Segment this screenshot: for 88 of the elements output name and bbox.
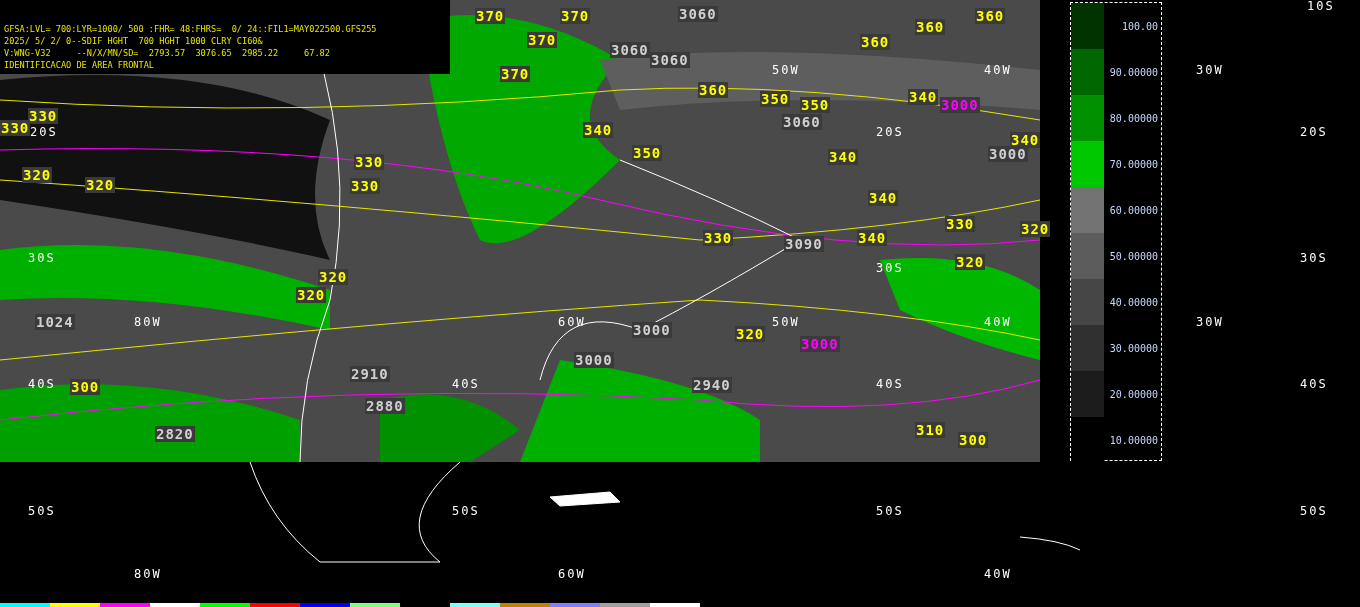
legend-label: 40.00000 (1109, 296, 1159, 308)
header-line: 2025/ 5/ 2/ 0--SDIF HGHT 700 HGHT 1000 CLRY CI60& (4, 36, 264, 47)
grid-label: 20S (1300, 126, 1328, 138)
legend-label: 70.00000 (1109, 158, 1159, 170)
contour-label: 3000 (574, 352, 614, 368)
grid-label: 40S (28, 378, 56, 390)
contour-label: 3060 (610, 42, 650, 58)
legend-label: 90.00000 (1109, 66, 1159, 78)
legend-label: 50.00000 (1109, 250, 1159, 262)
grid-label: 20S (30, 126, 58, 138)
contour-label: 320 (1020, 221, 1051, 237)
contour-label: 320 (296, 287, 327, 303)
grid-label: 10S (1307, 0, 1335, 12)
contour-label: 360 (975, 8, 1006, 24)
contour-label: 3090 (784, 236, 824, 252)
contour-label: 340 (908, 89, 939, 105)
contour-label: 340 (583, 122, 614, 138)
grid-label: 40S (876, 378, 904, 390)
grid-label: 60W (558, 568, 586, 580)
contour-label: 2940 (692, 377, 732, 393)
grid-label: 50S (1300, 505, 1328, 517)
contour-label: 340 (868, 190, 899, 206)
contour-label: 300 (958, 432, 989, 448)
contour-label: 3060 (782, 114, 822, 130)
legend-label: 60.00000 (1109, 204, 1159, 216)
header-line: V:WNG-V32 --N/X/MN/SD= 2793.57 3076.65 2985.22 67.82 (4, 48, 331, 59)
grid-label: 40W (984, 316, 1012, 328)
contour-label: 320 (318, 269, 349, 285)
legend-label: 30.00000 (1109, 342, 1159, 354)
grid-label: 20S (876, 126, 904, 138)
contour-label: 330 (350, 178, 381, 194)
contour-label: 330 (0, 120, 31, 136)
grid-label: 50W (772, 64, 800, 76)
contour-label: 370 (475, 8, 506, 24)
contour-label: 340 (857, 230, 888, 246)
grid-label: 40S (1300, 378, 1328, 390)
legend-label: 20.00000 (1109, 388, 1159, 400)
contour-label: 300 (70, 379, 101, 395)
grid-label: 60W (558, 316, 586, 328)
contour-label: 2910 (350, 366, 390, 382)
legend-label: 10.00000 (1109, 434, 1159, 446)
contour-label: 3000 (632, 322, 672, 338)
contour-label: 350 (632, 145, 663, 161)
contour-label: 360 (860, 34, 891, 50)
contour-label: 350 (760, 91, 791, 107)
contour-label: 330 (703, 230, 734, 246)
contour-label: 3000 (988, 146, 1028, 162)
grid-label: 30W (1196, 64, 1224, 76)
grid-label: 50S (452, 505, 480, 517)
contour-label: 1024 (35, 314, 75, 330)
contour-label: 330 (28, 108, 59, 124)
grid-label: 30W (1196, 316, 1224, 328)
contour-label: 3060 (650, 52, 690, 68)
contour-label: 320 (22, 167, 53, 183)
contour-label: 370 (500, 66, 531, 82)
grid-label: 40S (452, 378, 480, 390)
grid-label: 80W (134, 568, 162, 580)
grid-label: 40W (984, 64, 1012, 76)
header-title: IDENTIFICACAO DE AREA FRONTAL (4, 60, 156, 71)
contour-label: 320 (955, 254, 986, 270)
contour-label: 370 (560, 8, 591, 24)
legend-label: 80.00000 (1109, 112, 1159, 124)
header-line: GFSA:LVL= 700:LYR=1000/ 500 :FHR= 48:FHRS= 0/ 24::FIL1=MAY022500.GFS255 (4, 24, 378, 35)
contour-label: 360 (915, 19, 946, 35)
contour-label: 3000 (800, 336, 840, 352)
contour-label: 3060 (678, 6, 718, 22)
contour-label: 370 (527, 32, 558, 48)
grid-label: 50W (772, 316, 800, 328)
contour-label: 340 (1010, 132, 1041, 148)
grid-label: 80W (134, 316, 162, 328)
contour-label: 340 (828, 149, 859, 165)
contour-label: 310 (915, 422, 946, 438)
contour-label: 2820 (155, 426, 195, 442)
contour-label: 350 (800, 97, 831, 113)
grid-label: 50S (876, 505, 904, 517)
grid-label: 40W (984, 568, 1012, 580)
contour-label: 320 (85, 177, 116, 193)
grid-label: 30S (28, 252, 56, 264)
contour-label: 320 (735, 326, 766, 342)
grid-label: 30S (876, 262, 904, 274)
contour-label: 330 (945, 216, 976, 232)
contour-label: 360 (698, 82, 729, 98)
contour-label: 330 (354, 154, 385, 170)
grid-label: 50S (28, 505, 56, 517)
contour-label: 3000 (940, 97, 980, 113)
legend-label: 100.00 (1121, 20, 1159, 32)
contour-label: 2880 (365, 398, 405, 414)
grid-label: 30S (1300, 252, 1328, 264)
